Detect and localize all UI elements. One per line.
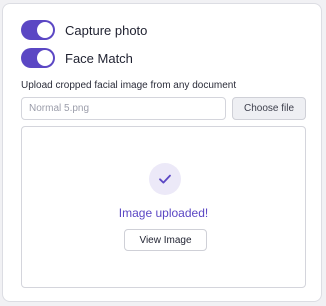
face-match-toggle[interactable] (21, 48, 55, 68)
choose-file-label: Choose file (243, 103, 295, 114)
upload-label: Upload cropped facial image from any doc… (21, 80, 237, 91)
image-drop-zone[interactable]: Image uploaded! View Image (21, 126, 306, 288)
view-image-label: View Image (139, 234, 192, 246)
file-name-input[interactable] (21, 97, 226, 120)
capture-photo-toggle[interactable] (21, 20, 55, 40)
upload-success-badge (149, 163, 181, 195)
capture-photo-row: Capture photo (21, 20, 147, 40)
face-match-row: Face Match (21, 48, 133, 68)
capture-photo-label: Capture photo (65, 22, 148, 38)
view-image-button[interactable]: View Image (124, 229, 207, 251)
face-match-label: Face Match (65, 50, 133, 66)
toggle-knob (37, 22, 53, 38)
check-icon (159, 174, 171, 184)
upload-status-text: Image uploaded! (118, 206, 209, 220)
choose-file-button[interactable]: Choose file (232, 97, 306, 120)
toggle-knob (37, 50, 53, 66)
settings-card: Capture photo Face Match Upload cropped … (2, 3, 322, 302)
